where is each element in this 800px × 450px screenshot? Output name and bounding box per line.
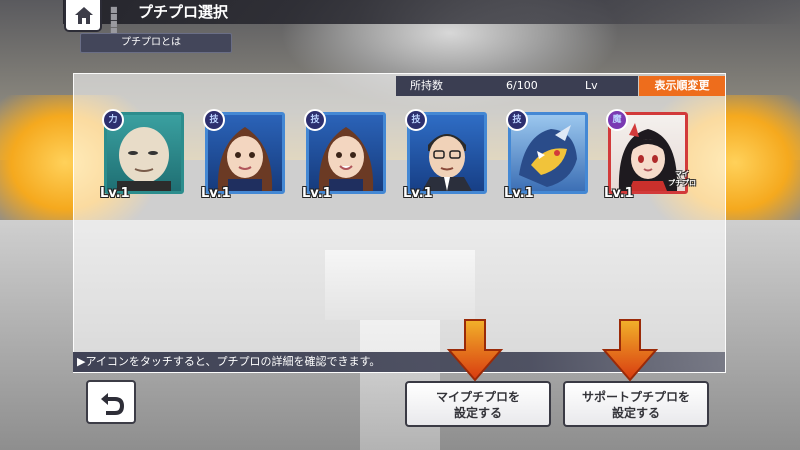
unit-card[interactable]: 技 Lv.1 <box>302 109 386 206</box>
unit-card[interactable]: 技 Lv.1 <box>504 109 588 206</box>
unit-card[interactable]: 技 Lv.1 <box>201 109 285 206</box>
set-support-petipro-button[interactable]: サポートプチプロを 設定する <box>563 381 709 427</box>
owned-count-bar: 所持数 6/100 Lv <box>396 76 638 96</box>
back-arrow-icon <box>101 393 124 415</box>
set-my-petipro-label-1: マイプチプロを <box>435 390 520 404</box>
title-decoration: ■ ■ ■ ■ <box>110 5 119 35</box>
owned-count-value: 6/100 <box>506 79 538 92</box>
unit-level: Lv.1 <box>604 186 634 201</box>
home-icon <box>75 7 93 24</box>
attribute-icon: 技 <box>506 109 528 131</box>
unit-level: Lv.1 <box>403 186 433 201</box>
set-support-petipro-label-1: サポートプチプロを <box>581 390 690 404</box>
unit-card[interactable]: 魔 Lv.1 マイ プチプロ <box>604 109 696 206</box>
attribute-icon: 力 <box>102 109 124 131</box>
set-support-petipro-label-2: 設定する <box>611 406 660 420</box>
my-petipro-badge: マイ プチプロ <box>668 170 696 187</box>
unit-level: Lv.1 <box>302 186 332 201</box>
sort-order-button[interactable]: 表示順変更 <box>639 76 725 96</box>
home-button[interactable] <box>64 0 102 32</box>
set-my-petipro-label-2: 設定する <box>453 406 502 420</box>
set-my-petipro-button[interactable]: マイプチプロを 設定する <box>405 381 551 427</box>
unit-card[interactable]: 力 Lv.1 <box>100 109 184 206</box>
attribute-icon: 魔 <box>606 109 628 131</box>
owned-count-label: 所持数 <box>410 79 443 92</box>
attribute-icon: 技 <box>304 109 326 131</box>
unit-card[interactable]: 技 Lv.1 <box>403 109 487 206</box>
down-arrow-icon <box>601 319 659 382</box>
sort-type-label: Lv <box>585 79 598 92</box>
unit-level: Lv.1 <box>100 186 130 201</box>
attribute-icon: 技 <box>405 109 427 131</box>
page-title: プチプロ選択 <box>138 3 229 21</box>
attribute-icon: 技 <box>203 109 225 131</box>
down-arrow-icon <box>446 319 504 382</box>
unit-level: Lv.1 <box>201 186 231 201</box>
back-button[interactable] <box>86 380 136 424</box>
about-petipro-button[interactable]: プチプロとは <box>80 33 232 53</box>
unit-level: Lv.1 <box>504 186 534 201</box>
